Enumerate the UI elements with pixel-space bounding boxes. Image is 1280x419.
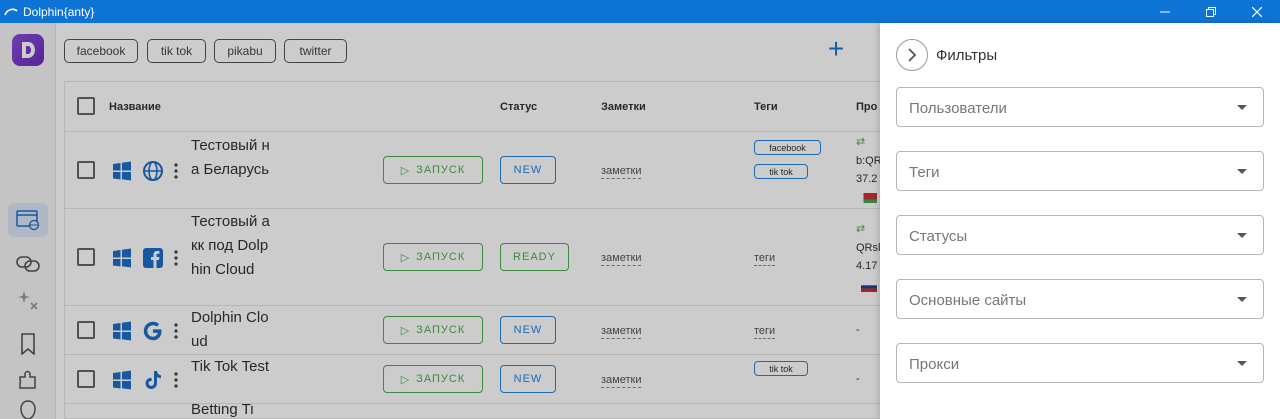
caret-down-icon xyxy=(1237,105,1247,110)
caret-down-icon xyxy=(1237,169,1247,174)
select-placeholder: Теги xyxy=(909,164,940,181)
select-placeholder: Пользователи xyxy=(909,100,1007,117)
collapse-filters-button[interactable] xyxy=(896,39,928,71)
main-sites-select[interactable]: Основные сайты xyxy=(896,279,1264,319)
caret-down-icon xyxy=(1237,233,1247,238)
close-button[interactable] xyxy=(1234,0,1280,23)
caret-down-icon xyxy=(1237,361,1247,366)
maximize-button[interactable] xyxy=(1188,0,1234,23)
filters-title: Фильтры xyxy=(936,47,998,64)
tags-select[interactable]: Теги xyxy=(896,151,1264,191)
filters-panel: Фильтры Пользователи Теги Статусы Основн… xyxy=(880,23,1280,419)
select-placeholder: Основные сайты xyxy=(909,292,1027,309)
title-bar: Dolphin{anty} xyxy=(0,0,1280,23)
dolphin-icon xyxy=(4,8,18,15)
chevron-right-icon xyxy=(908,48,917,62)
select-placeholder: Статусы xyxy=(909,228,968,245)
select-placeholder: Прокси xyxy=(909,356,960,373)
window-title: Dolphin{anty} xyxy=(23,4,95,19)
proxies-select[interactable]: Прокси xyxy=(896,343,1264,383)
caret-down-icon xyxy=(1237,297,1247,302)
statuses-select[interactable]: Статусы xyxy=(896,215,1264,255)
modal-overlay[interactable] xyxy=(0,23,880,419)
minimize-button[interactable] xyxy=(1142,0,1188,23)
users-select[interactable]: Пользователи xyxy=(896,87,1264,127)
